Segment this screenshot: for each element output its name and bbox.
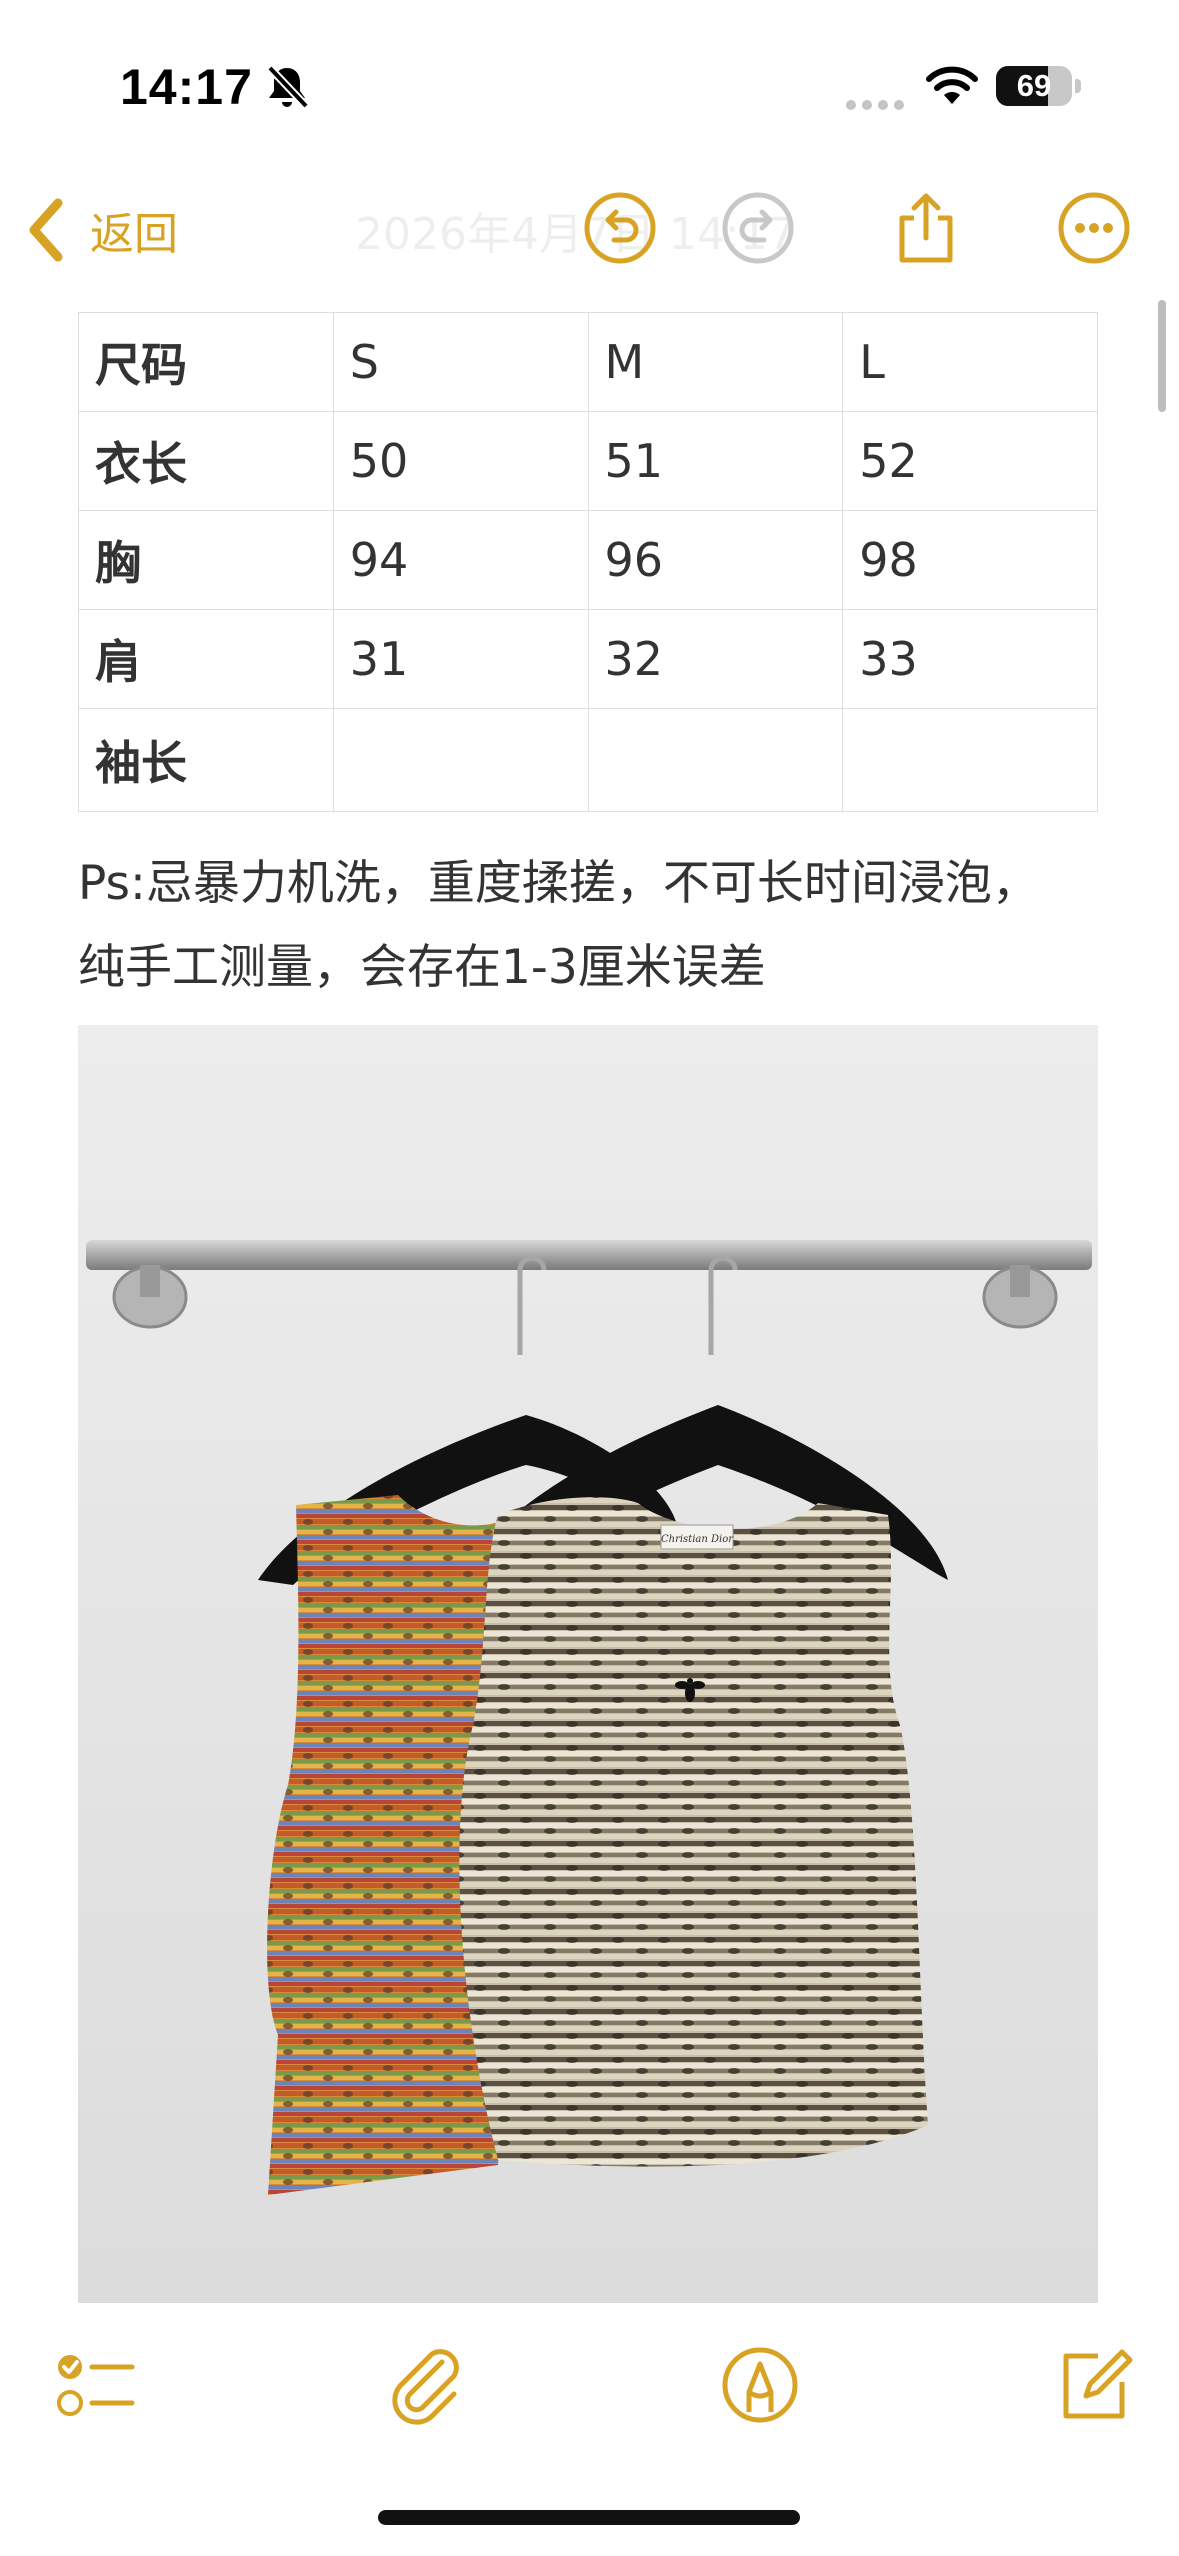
home-indicator[interactable] <box>378 2510 800 2525</box>
chevron-left-icon <box>29 198 63 262</box>
note-body-text[interactable]: Ps:忌暴力机洗，重度揉搓，不可长时间浸泡， 纯手工测量，会存在1-3厘米误差 <box>78 842 1118 1010</box>
table-cell[interactable]: L <box>842 312 1098 412</box>
compose-icon <box>1063 2349 1133 2419</box>
table-cell[interactable]: 94 <box>332 510 589 610</box>
redo-icon <box>722 192 794 264</box>
share-icon <box>899 193 953 263</box>
table-cell[interactable] <box>842 708 1098 812</box>
table-cell[interactable]: 肩 <box>78 609 334 709</box>
table-row: 衣长 50 51 52 <box>78 411 1098 511</box>
product-photo[interactable]: Christian Dior <box>78 1025 1098 2303</box>
more-button[interactable] <box>1056 190 1132 266</box>
share-button[interactable] <box>888 190 964 266</box>
more-icon <box>1058 192 1130 264</box>
back-label: 返回 <box>90 209 178 260</box>
battery-icon: 69 <box>996 66 1082 106</box>
table-cell[interactable]: 31 <box>332 609 589 709</box>
wifi-icon <box>925 64 979 108</box>
back-button[interactable]: 返回 <box>24 192 178 268</box>
table-row: 肩 31 32 33 <box>78 609 1098 709</box>
note-line: 纯手工测量，会存在1-3厘米误差 <box>78 940 766 995</box>
undo-button[interactable] <box>582 190 658 266</box>
attachment-button[interactable] <box>382 2340 472 2430</box>
table-cell[interactable]: 96 <box>587 510 844 610</box>
status-bar: 14:17 69 <box>0 0 1179 170</box>
table-cell[interactable]: 51 <box>587 411 844 511</box>
garment-label-text: Christian Dior <box>661 1534 734 1545</box>
markup-pen-icon <box>722 2347 798 2423</box>
table-cell[interactable]: S <box>332 312 589 412</box>
markup-button[interactable] <box>715 2340 805 2430</box>
table-cell[interactable]: 98 <box>842 510 1098 610</box>
status-time: 14:17 <box>120 59 253 115</box>
table-cell[interactable]: 52 <box>842 411 1098 511</box>
table-cell[interactable] <box>332 708 589 812</box>
redo-button[interactable] <box>720 190 796 266</box>
bell-slash-icon <box>262 62 312 112</box>
table-cell[interactable]: 衣长 <box>78 411 334 511</box>
battery-percent: 69 <box>1016 68 1052 103</box>
undo-icon <box>584 192 656 264</box>
table-cell[interactable]: 33 <box>842 609 1098 709</box>
size-table: 尺码 S M L 衣长 50 51 52 胸 94 96 98 肩 31 32 … <box>78 312 1098 812</box>
table-cell[interactable]: 胸 <box>78 510 334 610</box>
checklist-icon <box>57 2355 135 2416</box>
table-cell[interactable]: 尺码 <box>78 312 334 412</box>
note-line: Ps:忌暴力机洗，重度揉搓，不可长时间浸泡， <box>78 856 1039 911</box>
signal-dots-icon <box>845 96 905 110</box>
scroll-indicator[interactable] <box>1158 300 1166 412</box>
table-cell[interactable]: 32 <box>587 609 844 709</box>
table-cell[interactable]: 50 <box>332 411 589 511</box>
checklist-button[interactable] <box>48 2340 138 2430</box>
paperclip-icon <box>392 2349 459 2425</box>
table-cell[interactable]: M <box>587 312 844 412</box>
table-row: 尺码 S M L <box>78 312 1098 412</box>
nav-bar: 返回 2026年4月7日 14:17 <box>0 170 1179 290</box>
table-row: 袖长 <box>78 708 1098 812</box>
knit-vests-photo: Christian Dior <box>78 1025 1098 2303</box>
table-row: 胸 94 96 98 <box>78 510 1098 610</box>
bottom-toolbar <box>0 2330 1179 2450</box>
table-cell[interactable] <box>587 708 844 812</box>
compose-button[interactable] <box>1048 2340 1138 2430</box>
table-cell[interactable]: 袖长 <box>78 708 334 812</box>
